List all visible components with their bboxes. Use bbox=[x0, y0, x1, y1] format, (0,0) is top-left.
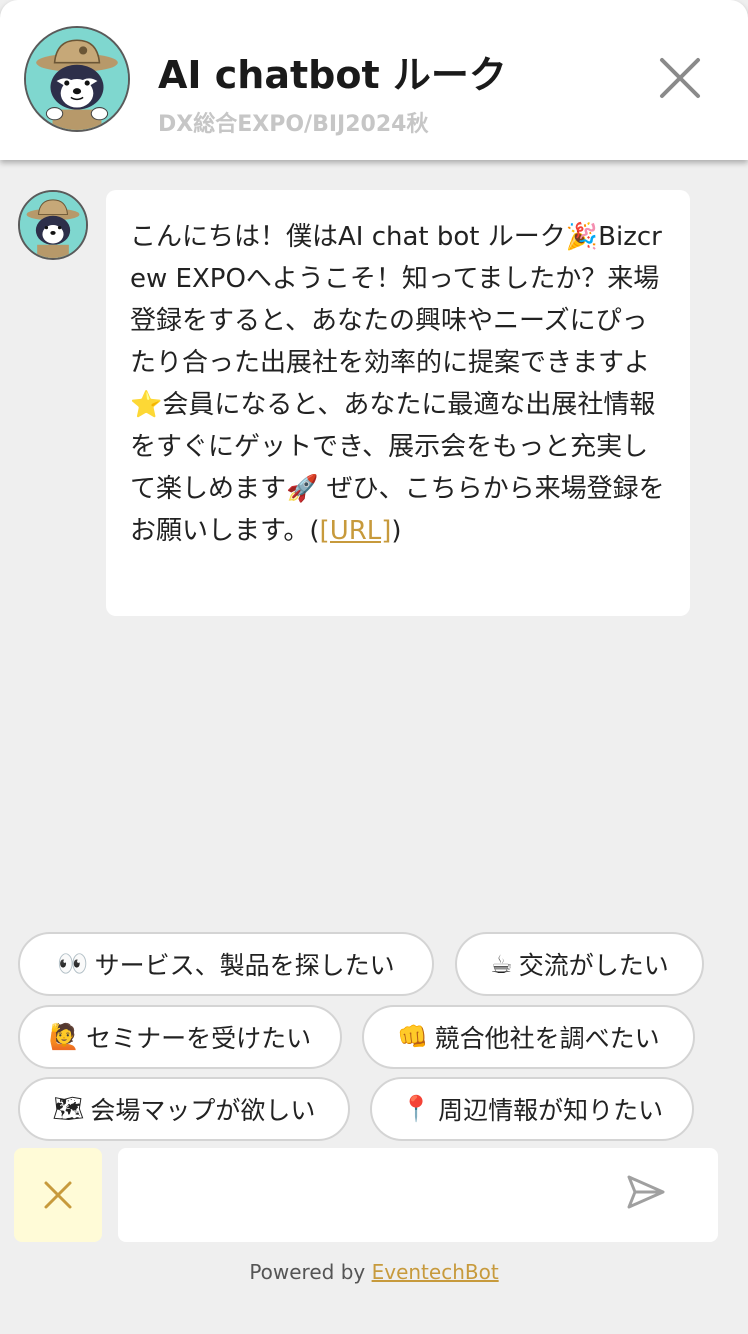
raising-hand-icon: 🙋 bbox=[48, 1022, 81, 1051]
bot-message-bubble: こんにちは！僕はAI chat bot ルーク🎉Bizcrew EXPOへようこ… bbox=[106, 190, 690, 616]
quick-reply-label: セミナーを受けたい bbox=[86, 1024, 312, 1053]
raccoon-mascot-icon bbox=[20, 192, 86, 258]
registration-link[interactable]: [URL] bbox=[320, 516, 392, 546]
clear-button[interactable] bbox=[14, 1148, 102, 1242]
send-button[interactable] bbox=[624, 1172, 668, 1212]
quick-reply-label: 交流がしたい bbox=[518, 951, 669, 980]
quick-reply-networking[interactable]: ☕ 交流がしたい bbox=[455, 932, 704, 996]
quick-reply-label: サービス、製品を探したい bbox=[94, 951, 395, 980]
quick-reply-find-services[interactable]: 👀 サービス、製品を探したい bbox=[18, 932, 434, 996]
quick-reply-label: 周辺情報が知りたい bbox=[438, 1096, 664, 1125]
message-text: こんにちは！僕はAI chat bot ルーク🎉Bizcrew EXPOへようこ… bbox=[130, 222, 665, 546]
message-text-end: ) bbox=[391, 516, 402, 546]
send-paper-plane-icon bbox=[627, 1175, 665, 1209]
eyes-icon: 👀 bbox=[57, 949, 89, 978]
quick-reply-nearby-info[interactable]: 📍 周辺情報が知りたい bbox=[370, 1077, 694, 1141]
quick-reply-seminars[interactable]: 🙋 セミナーを受けたい bbox=[18, 1005, 342, 1069]
chat-header: AI chatbot ルーク DX総合EXPO/BIJ2024秋 bbox=[0, 0, 748, 160]
quick-reply-venue-map[interactable]: 🗺 会場マップが欲しい bbox=[18, 1077, 350, 1141]
chat-subtitle: DX総合EXPO/BIJ2024秋 bbox=[158, 112, 429, 137]
quick-reply-label: 競合他社を調べたい bbox=[434, 1024, 660, 1053]
close-x-icon bbox=[660, 58, 700, 98]
bot-avatar bbox=[24, 26, 130, 132]
quick-reply-label: 会場マップが欲しい bbox=[90, 1096, 316, 1125]
clear-x-icon bbox=[44, 1181, 72, 1209]
pin-icon: 📍 bbox=[400, 1094, 433, 1123]
message-input[interactable] bbox=[136, 1172, 616, 1218]
quick-reply-competitors[interactable]: 👊 競合他社を調べたい bbox=[362, 1005, 695, 1069]
brand-link[interactable]: EventechBot bbox=[372, 1260, 499, 1284]
chat-title: AI chatbot ルーク bbox=[158, 53, 507, 97]
raccoon-mascot-icon bbox=[26, 28, 128, 130]
close-button[interactable] bbox=[652, 52, 708, 104]
fist-icon: 👊 bbox=[397, 1022, 429, 1051]
powered-by: Powered by EventechBot bbox=[0, 1260, 748, 1284]
map-icon: 🗺 bbox=[52, 1094, 85, 1123]
coffee-icon: ☕ bbox=[490, 949, 513, 979]
powered-by-text: Powered by bbox=[249, 1260, 366, 1284]
message-avatar bbox=[18, 190, 88, 260]
